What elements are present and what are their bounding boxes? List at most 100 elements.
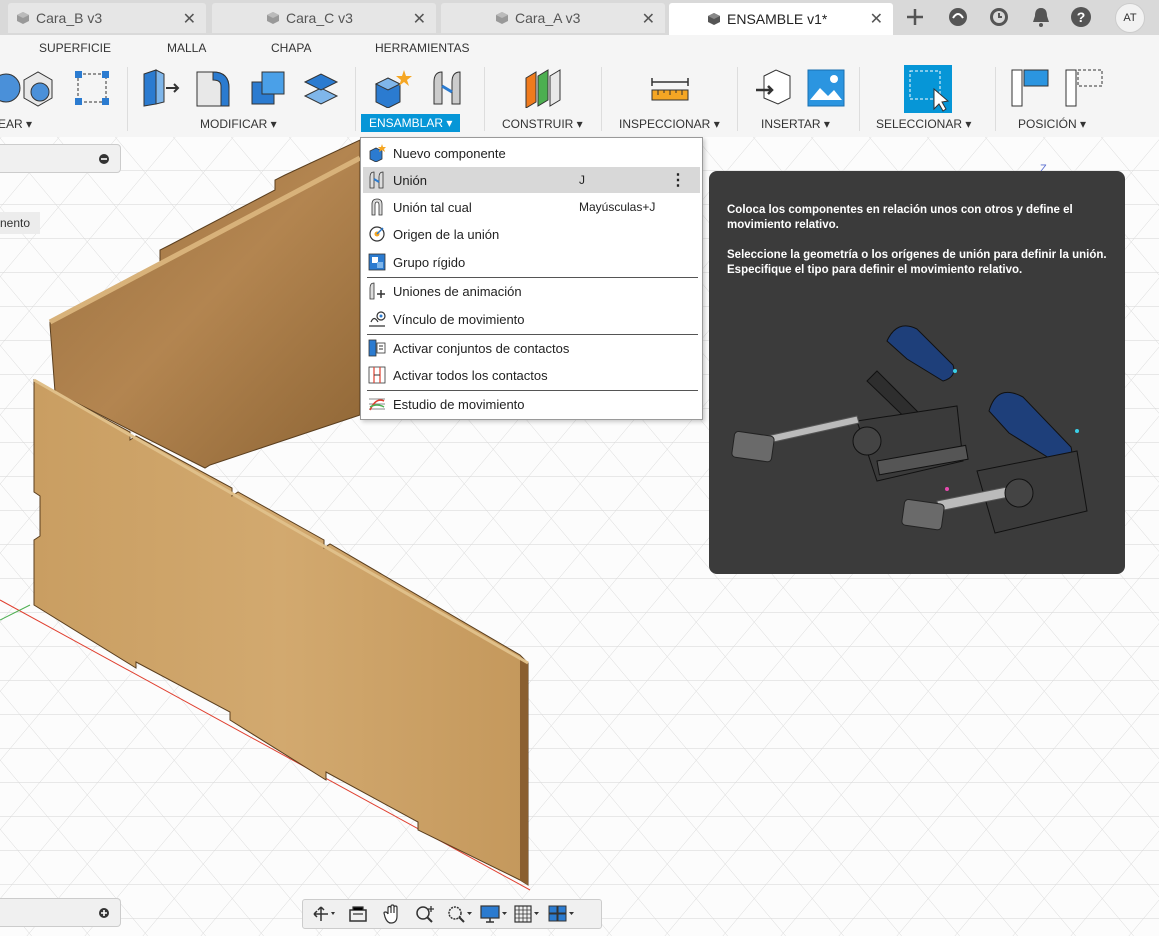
fillet-icon[interactable] [193,68,233,108]
tab-herramientas[interactable]: HERRAMIENTAS [375,41,469,55]
tab-label: ENSAMBLE v1* [727,11,828,27]
display-settings-icon[interactable] [477,902,511,926]
new-component-icon[interactable] [372,68,412,108]
menu-item-label: Estudio de movimiento [393,396,525,412]
close-icon[interactable]: ✕ [642,9,655,29]
more-options-icon[interactable]: ⋮ [670,170,686,190]
menu-item-nuevo-componente[interactable]: Nuevo componente [363,140,700,166]
clock-icon[interactable] [986,4,1012,30]
group-label: CONSTRUIR [502,117,574,131]
viewports-icon[interactable] [545,902,579,926]
insertar-menu[interactable]: INSERTAR ▾ [761,117,830,131]
document-tab-bar: Cara_B v3 ✕ Cara_C v3 ✕ Cara_A v3 ✕ ENSA… [0,0,1159,35]
menu-item-grupo-rigido[interactable]: Grupo rígido [363,249,700,275]
menu-item-activar-todos[interactable]: Activar todos los contactos [363,362,700,388]
insert-derive-icon[interactable] [754,68,794,108]
expand-icon[interactable] [98,907,110,919]
tab-superficie[interactable]: SUPERFICIE [39,41,111,55]
menu-item-label: Vínculo de movimiento [393,311,525,327]
rigid-group-icon [367,252,387,272]
cube-icon [17,12,29,24]
as-built-joint-icon [367,197,387,217]
toolbar-separator [355,67,356,131]
create-cylinder-icon[interactable] [18,68,58,108]
svg-text:?: ? [1077,9,1086,25]
seleccionar-menu[interactable]: SELECCIONAR ▾ [876,117,971,131]
extensions-icon[interactable] [945,4,971,30]
offset-face-icon[interactable] [301,68,341,108]
tooltip-instructions: Seleccione la geometría o los orígenes d… [727,249,1107,276]
capture-position-icon[interactable] [1010,68,1050,108]
menu-item-vinculo-movimiento[interactable]: Vínculo de movimiento [363,306,700,332]
browser-panel-pill[interactable] [0,144,121,173]
construct-plane-icon[interactable] [522,68,562,108]
combine-icon[interactable] [248,68,288,108]
tab-cara-b[interactable]: Cara_B v3 ✕ [8,3,206,33]
pan-icon[interactable] [375,902,409,926]
close-icon[interactable]: ✕ [413,9,426,29]
menu-item-estudio-movimiento[interactable]: Estudio de movimiento [363,391,700,417]
avatar[interactable]: AT [1115,3,1145,33]
menu-item-label: Unión tal cual [393,199,472,215]
measure-icon[interactable] [650,68,690,108]
menu-item-label: Uniones de animación [393,283,522,299]
new-tab-plus-icon[interactable] [902,4,928,30]
tab-label: Cara_A v3 [515,10,581,26]
inspeccionar-menu[interactable]: INSPECCIONAR ▾ [619,117,720,131]
revert-position-icon[interactable] [1064,68,1104,108]
tab-chapa[interactable]: CHAPA [271,41,311,55]
navigation-bar [302,899,602,929]
create-sketch-icon[interactable] [72,68,112,108]
collapse-icon[interactable] [98,153,110,165]
tooltip-illustration [731,325,1088,534]
bell-icon[interactable] [1028,4,1054,30]
new-component-icon [367,143,387,163]
ribbon-toolbar: SUPERFICIE MALLA CHAPA HERRAMIENTAS EAR … [0,35,1159,138]
orbit-icon[interactable] [307,902,341,926]
menu-item-label: Grupo rígido [393,254,466,270]
group-label: MODIFICAR [200,117,268,131]
group-label: ENSAMBLAR [369,116,444,130]
ensamblar-dropdown: Nuevo componente Unión J ⋮ Unión tal cua… [360,137,703,420]
look-at-icon[interactable] [341,902,375,926]
posicion-menu[interactable]: POSICIÓN ▾ [1018,117,1086,131]
construir-menu[interactable]: CONSTRUIR ▾ [502,117,583,131]
press-pull-icon[interactable] [140,68,180,108]
menu-item-union-tal-cual[interactable]: Unión tal cual Mayúsculas+J [363,194,700,220]
tab-cara-c[interactable]: Cara_C v3 ✕ [212,3,436,33]
toolbar-separator [484,67,485,131]
menu-item-origen-union[interactable]: Origen de la unión [363,221,700,247]
tab-label: Cara_B v3 [36,10,103,26]
tooltip-description: Coloca los componentes en relación unos … [727,204,1073,231]
menu-item-activar-conjuntos[interactable]: Activar conjuntos de contactos [363,335,700,361]
close-icon[interactable]: ✕ [870,9,883,29]
select-icon[interactable] [904,65,952,113]
tab-ensamble[interactable]: ENSAMBLE v1* ✕ [669,3,893,35]
close-icon[interactable]: ✕ [183,9,196,29]
crear-menu[interactable]: EAR ▾ [0,117,32,131]
joint-origin-icon [367,224,387,244]
group-label: INSERTAR [761,117,821,131]
insert-canvas-icon[interactable] [806,68,846,108]
zoom-icon[interactable] [409,902,443,926]
grid-settings-icon[interactable] [511,902,545,926]
browser-node-label[interactable]: nento [0,212,40,234]
menu-item-union[interactable]: Unión J ⋮ [363,167,700,193]
ensamblar-menu[interactable]: ENSAMBLAR ▾ [361,114,461,132]
toolbar-separator [995,67,996,131]
modificar-menu[interactable]: MODIFICAR ▾ [200,117,277,131]
cube-icon [496,12,508,24]
menu-item-label: Nuevo componente [393,145,506,161]
toolbar-separator [601,67,602,131]
help-icon[interactable]: ? [1068,4,1094,30]
menu-item-label: Activar conjuntos de contactos [393,340,570,356]
zoom-window-icon[interactable] [443,902,477,926]
comments-panel-pill[interactable] [0,898,121,927]
tab-malla[interactable]: MALLA [167,41,206,55]
joint-icon[interactable] [428,68,468,108]
menu-item-label: Activar todos los contactos [393,367,548,383]
group-label: SELECCIONAR [876,117,963,131]
all-contacts-icon [367,365,387,385]
tab-cara-a[interactable]: Cara_A v3 ✕ [441,3,665,33]
menu-item-uniones-animacion[interactable]: Uniones de animación [363,278,700,304]
